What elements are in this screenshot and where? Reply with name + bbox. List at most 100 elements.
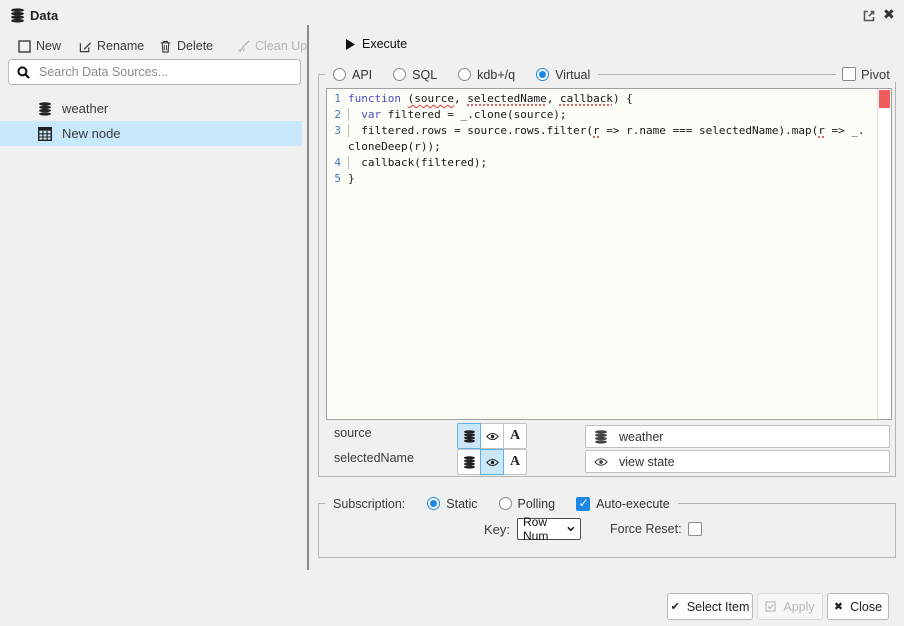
mode-text-button[interactable]: A [503,423,527,449]
rename-button-label: Rename [97,39,144,53]
param-selectedname-label: selectedName [334,451,414,465]
type-option-virtual[interactable]: Virtual [536,68,590,82]
delete-button-label: Delete [177,39,213,53]
param-source-modes: A [457,423,527,449]
param-value-text: view state [619,455,675,469]
key-row: Key: Row Num Force Reset: [484,518,702,540]
auto-execute-option[interactable]: Auto-execute [576,497,670,511]
type-option-kdb[interactable]: kdb+/q [458,68,515,82]
new-button-label: New [36,39,61,53]
trash-icon [159,40,172,53]
select-item-button[interactable]: ✔ Select Item [667,593,753,620]
popout-icon[interactable] [862,9,876,23]
type-option-label: SQL [412,68,437,82]
subscription-static-option[interactable]: Static [427,497,477,511]
cleanup-button-label: Clean Up [255,39,307,53]
broom-icon [237,40,250,53]
line-number: 1 [327,91,348,107]
radio-icon [536,68,549,81]
search-icon [17,66,30,79]
data-window: Data ✖ New Rename Delete Clean Up [0,0,904,626]
code-editor-lines: 1function (source, selectedName, callbac… [327,91,876,187]
mode-text-button[interactable]: A [503,449,527,475]
auto-execute-checkbox[interactable] [576,497,590,511]
key-select[interactable]: Row Num [517,518,581,540]
subscription-legend: Subscription: Static Polling Auto-execut… [325,496,678,511]
line-number: 2 [327,107,348,123]
close-icon: ✖ [834,600,843,613]
code-line: 1function (source, selectedName, callbac… [327,91,876,107]
window-close-icon[interactable]: ✖ [883,6,895,23]
code-editor[interactable]: 1function (source, selectedName, callbac… [326,88,892,420]
pivot-checkbox[interactable] [842,67,856,81]
force-reset-label: Force Reset: [610,522,682,536]
code-line: 3 filtered.rows = source.rows.filter(r =… [327,123,876,155]
code-line: 4 callback(filtered); [327,155,876,171]
database-icon [594,430,608,444]
cleanup-button: Clean Up [237,38,307,54]
search-box [8,59,301,85]
text-mode-icon: A [510,454,520,470]
check-icon: ✔ [671,600,680,613]
line-number: 4 [327,155,348,171]
type-option-api[interactable]: API [333,68,372,82]
subscription-label: Subscription: [333,497,405,511]
window-title: Data [30,8,58,23]
subscription-polling-option[interactable]: Polling [499,497,556,511]
source-item-weather[interactable]: weather [0,96,302,121]
editor-scrollbar[interactable] [877,89,891,419]
mode-eye-button[interactable] [480,423,504,449]
new-icon [18,40,31,53]
static-label: Static [446,497,477,511]
new-button[interactable]: New [18,38,61,54]
rename-button[interactable]: Rename [79,38,144,54]
key-select-value: Row Num [523,515,567,543]
play-icon [346,39,355,50]
code-line: 5} [327,171,876,187]
mode-database-button[interactable] [457,423,481,449]
auto-execute-label: Auto-execute [596,497,670,511]
type-option-label: API [352,68,372,82]
param-source-value[interactable]: weather [585,425,890,448]
force-reset-checkbox[interactable] [688,522,702,536]
radio-icon [333,68,346,81]
line-number: 5 [327,171,348,187]
close-button[interactable]: ✖ Close [827,593,889,620]
edit-icon [79,40,92,53]
polling-label: Polling [518,497,556,511]
execute-button[interactable]: Execute [346,37,407,51]
type-legend: API SQL kdb+/q Virtual [325,67,598,82]
pivot-label: Pivot [861,67,890,82]
radio-icon [427,497,440,510]
source-item-label: weather [62,101,108,116]
mode-eye-button[interactable] [480,449,504,475]
database-icon [463,430,476,443]
database-icon [38,102,52,116]
type-option-sql[interactable]: SQL [393,68,437,82]
text-mode-icon: A [510,428,520,444]
search-input[interactable] [39,65,292,79]
param-source-label: source [334,426,372,440]
panel-divider[interactable] [307,25,309,570]
param-value-text: weather [619,430,663,444]
param-selectedname-value[interactable]: view state [585,450,890,473]
source-item-label: New node [62,126,121,141]
apply-label: Apply [783,600,814,614]
chevron-down-icon [567,526,575,532]
select-item-label: Select Item [687,600,750,614]
radio-icon [499,497,512,510]
radio-icon [393,68,406,81]
eye-icon [486,456,499,469]
close-label: Close [850,600,882,614]
type-option-label: Virtual [555,68,590,82]
source-item-new-node[interactable]: New node [0,121,302,146]
error-marker [879,90,890,108]
radio-icon [458,68,471,81]
mode-database-button[interactable] [457,449,481,475]
code-line: 2 var filtered = _.clone(source); [327,107,876,123]
key-label: Key: [484,522,510,537]
line-number: 3 [327,123,348,155]
delete-button[interactable]: Delete [159,38,213,54]
type-option-label: kdb+/q [477,68,515,82]
eye-icon [486,430,499,443]
